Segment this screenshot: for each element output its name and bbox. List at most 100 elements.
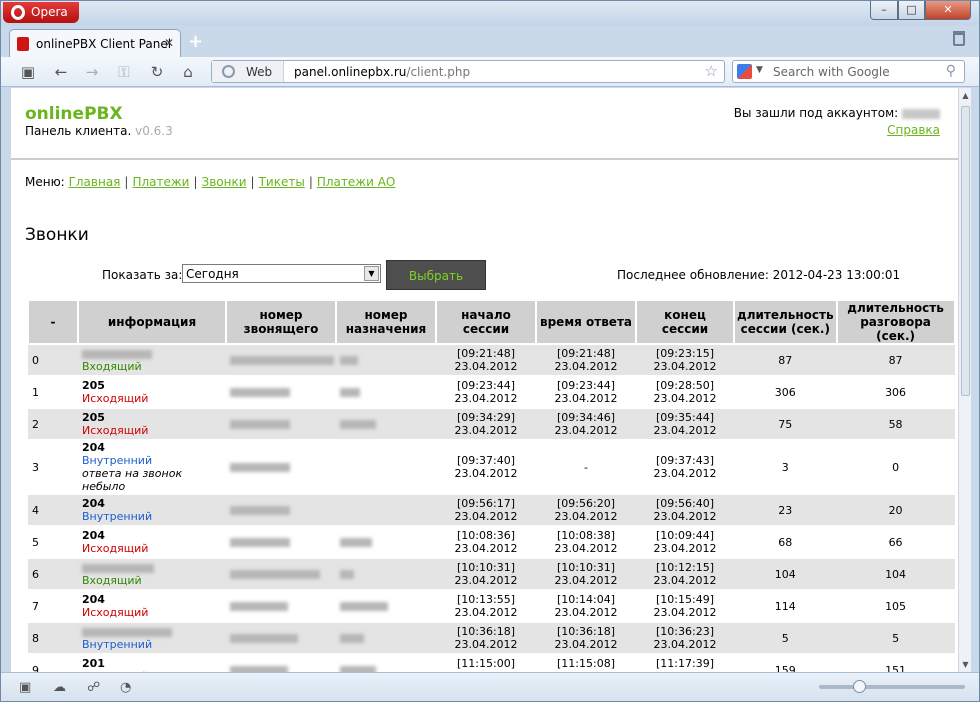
end-time: [09:37:43] bbox=[656, 454, 714, 467]
end-time: [10:09:44] bbox=[656, 529, 714, 542]
maximize-button[interactable]: □ bbox=[898, 1, 925, 20]
key-icon[interactable]: ⚿ bbox=[113, 62, 135, 82]
panel-toggle-icon[interactable]: ▣ bbox=[19, 680, 31, 695]
address-mode[interactable]: Web bbox=[212, 61, 284, 82]
answer-time: [09:56:20] bbox=[557, 497, 615, 510]
start-date: 23.04.2012 bbox=[454, 574, 518, 587]
opera-menu-button[interactable]: Opera bbox=[3, 2, 79, 23]
session-start: [09:37:40] 23.04.2012 bbox=[436, 439, 536, 495]
tab-client-panel[interactable]: onlinePBX Client Panel ✕ bbox=[9, 29, 181, 57]
app-name: Opera bbox=[31, 5, 68, 19]
start-date: 23.04.2012 bbox=[454, 360, 518, 373]
start-time: [11:15:00] bbox=[457, 657, 515, 670]
start-time: [10:13:55] bbox=[457, 593, 515, 606]
menu-item-payments-ao[interactable]: Платежи АО bbox=[317, 175, 396, 189]
chevron-down-icon[interactable]: ▼ bbox=[756, 65, 763, 75]
session-start: [10:10:31] 23.04.2012 bbox=[436, 557, 536, 591]
arrow-left-icon[interactable]: ← bbox=[50, 62, 72, 82]
period-select[interactable]: Сегодня ▼ bbox=[182, 264, 381, 283]
address-mode-label: Web bbox=[246, 65, 273, 79]
home-icon[interactable]: ⌂ bbox=[177, 62, 199, 82]
address-bar[interactable]: Web panel.onlinepbx.ru/client.php ☆ bbox=[211, 60, 725, 83]
table-row: 4 204 Внутренний [09:56:17] 23.04.2012 [09:56… bbox=[28, 493, 955, 527]
menu-item-home[interactable]: Главная bbox=[69, 175, 121, 189]
col-info: информация bbox=[77, 299, 227, 345]
answer-time: [11:15:08] bbox=[557, 657, 615, 670]
scroll-thumb[interactable] bbox=[961, 106, 970, 396]
extension: 204 bbox=[82, 441, 105, 454]
session-start: [10:13:55] 23.04.2012 bbox=[436, 589, 536, 623]
caller-number bbox=[226, 653, 336, 672]
zoom-knob[interactable] bbox=[853, 680, 866, 693]
call-type: Исходящий bbox=[82, 606, 149, 619]
session-end: [10:15:49] 23.04.2012 bbox=[636, 589, 734, 623]
end-date: 23.04.2012 bbox=[653, 424, 717, 437]
cloud-icon[interactable]: ☁ bbox=[53, 680, 66, 695]
destination-number-redacted bbox=[340, 570, 354, 579]
trash-icon[interactable] bbox=[953, 31, 965, 46]
menu-item-calls[interactable]: Звонки bbox=[202, 175, 247, 189]
status-bar: ▣ ☁ ☍ ◔ bbox=[1, 672, 979, 701]
arrow-right-icon[interactable]: → bbox=[81, 62, 103, 82]
search-box[interactable]: ▼ Search with Google ⚲ bbox=[732, 60, 965, 83]
table-row: 1 205 Исходящий [09:23:44] 23.04.2012 [09:23:… bbox=[28, 375, 955, 409]
call-info: 204 Внутренний ответа на звонок небыло bbox=[78, 439, 226, 495]
help-link[interactable]: Справка bbox=[887, 123, 940, 137]
network-icon[interactable]: ☍ bbox=[87, 680, 100, 695]
end-date: 23.04.2012 bbox=[653, 638, 717, 651]
extension: 205 bbox=[82, 379, 105, 392]
end-time: [09:56:40] bbox=[656, 497, 714, 510]
session-duration: 23 bbox=[734, 493, 837, 527]
new-tab-button[interactable]: + bbox=[188, 31, 203, 52]
url-path: /client.php bbox=[406, 65, 471, 79]
panels-icon[interactable]: ▣ bbox=[17, 62, 39, 82]
answer-time: [10:14:04] bbox=[557, 593, 615, 606]
caller-number bbox=[226, 557, 336, 591]
answer-date: 23.04.2012 bbox=[554, 424, 618, 437]
start-date: 23.04.2012 bbox=[454, 638, 518, 651]
menu-item-tickets[interactable]: Тикеты bbox=[259, 175, 305, 189]
account-label: Вы зашли под аккаунтом: bbox=[733, 106, 899, 120]
call-info: 204 Исходящий bbox=[78, 525, 226, 559]
talk-duration: 151 bbox=[836, 653, 955, 672]
destination-number bbox=[336, 439, 436, 495]
chevron-down-icon[interactable]: ▼ bbox=[364, 266, 379, 281]
calls-table: - информация номер звонящего номер назна… bbox=[27, 299, 956, 672]
caller-number bbox=[226, 589, 336, 623]
reload-icon[interactable]: ↻ bbox=[146, 62, 168, 82]
scroll-up-icon[interactable]: ▲ bbox=[959, 91, 972, 100]
talk-duration: 20 bbox=[836, 493, 955, 527]
google-icon[interactable] bbox=[737, 64, 752, 79]
end-time: [09:23:15] bbox=[656, 347, 714, 360]
menu-item-payments[interactable]: Платежи bbox=[132, 175, 189, 189]
end-date: 23.04.2012 bbox=[653, 574, 717, 587]
navigation-toolbar: ▣ ← → ⚿ ↻ ⌂ Web panel.onlinepbx.ru/clien… bbox=[1, 57, 979, 87]
start-time: [10:08:36] bbox=[457, 529, 515, 542]
call-type: Внутренний bbox=[82, 454, 153, 467]
destination-number-redacted bbox=[340, 356, 358, 365]
answer-time: [09:21:48] bbox=[557, 347, 615, 360]
answer-date: 23.04.2012 bbox=[554, 638, 618, 651]
answer-time: [09:23:44] 23.04.2012 bbox=[536, 375, 636, 409]
end-time: [10:36:23] bbox=[656, 625, 714, 638]
call-info: 205 Исходящий bbox=[78, 375, 226, 409]
destination-number bbox=[336, 589, 436, 623]
bookmark-star-icon[interactable]: ☆ bbox=[705, 62, 718, 80]
search-icon[interactable]: ⚲ bbox=[946, 63, 956, 79]
start-date: 23.04.2012 bbox=[454, 510, 518, 523]
zoom-slider[interactable] bbox=[819, 680, 965, 693]
caller-number-redacted bbox=[230, 602, 288, 611]
talk-duration: 0 bbox=[836, 439, 955, 495]
scroll-down-icon[interactable]: ▼ bbox=[959, 660, 972, 669]
col-answer: время ответа bbox=[535, 299, 637, 345]
vertical-scrollbar[interactable]: ▲ ▼ bbox=[958, 88, 971, 672]
table-row: 0 Входящий [09:21:48] 23.04.2012 [09:21:48] 2… bbox=[28, 343, 955, 377]
close-tab-icon[interactable]: ✕ bbox=[164, 36, 174, 50]
start-time: [10:36:18] bbox=[457, 625, 515, 638]
url-text[interactable]: panel.onlinepbx.ru/client.php bbox=[294, 65, 470, 79]
select-button[interactable]: Выбрать bbox=[386, 260, 486, 290]
close-window-button[interactable]: ✕ bbox=[925, 1, 971, 20]
call-info: Внутренний bbox=[78, 621, 226, 655]
speed-dial-icon[interactable]: ◔ bbox=[120, 680, 131, 695]
minimize-button[interactable]: – bbox=[870, 1, 898, 20]
